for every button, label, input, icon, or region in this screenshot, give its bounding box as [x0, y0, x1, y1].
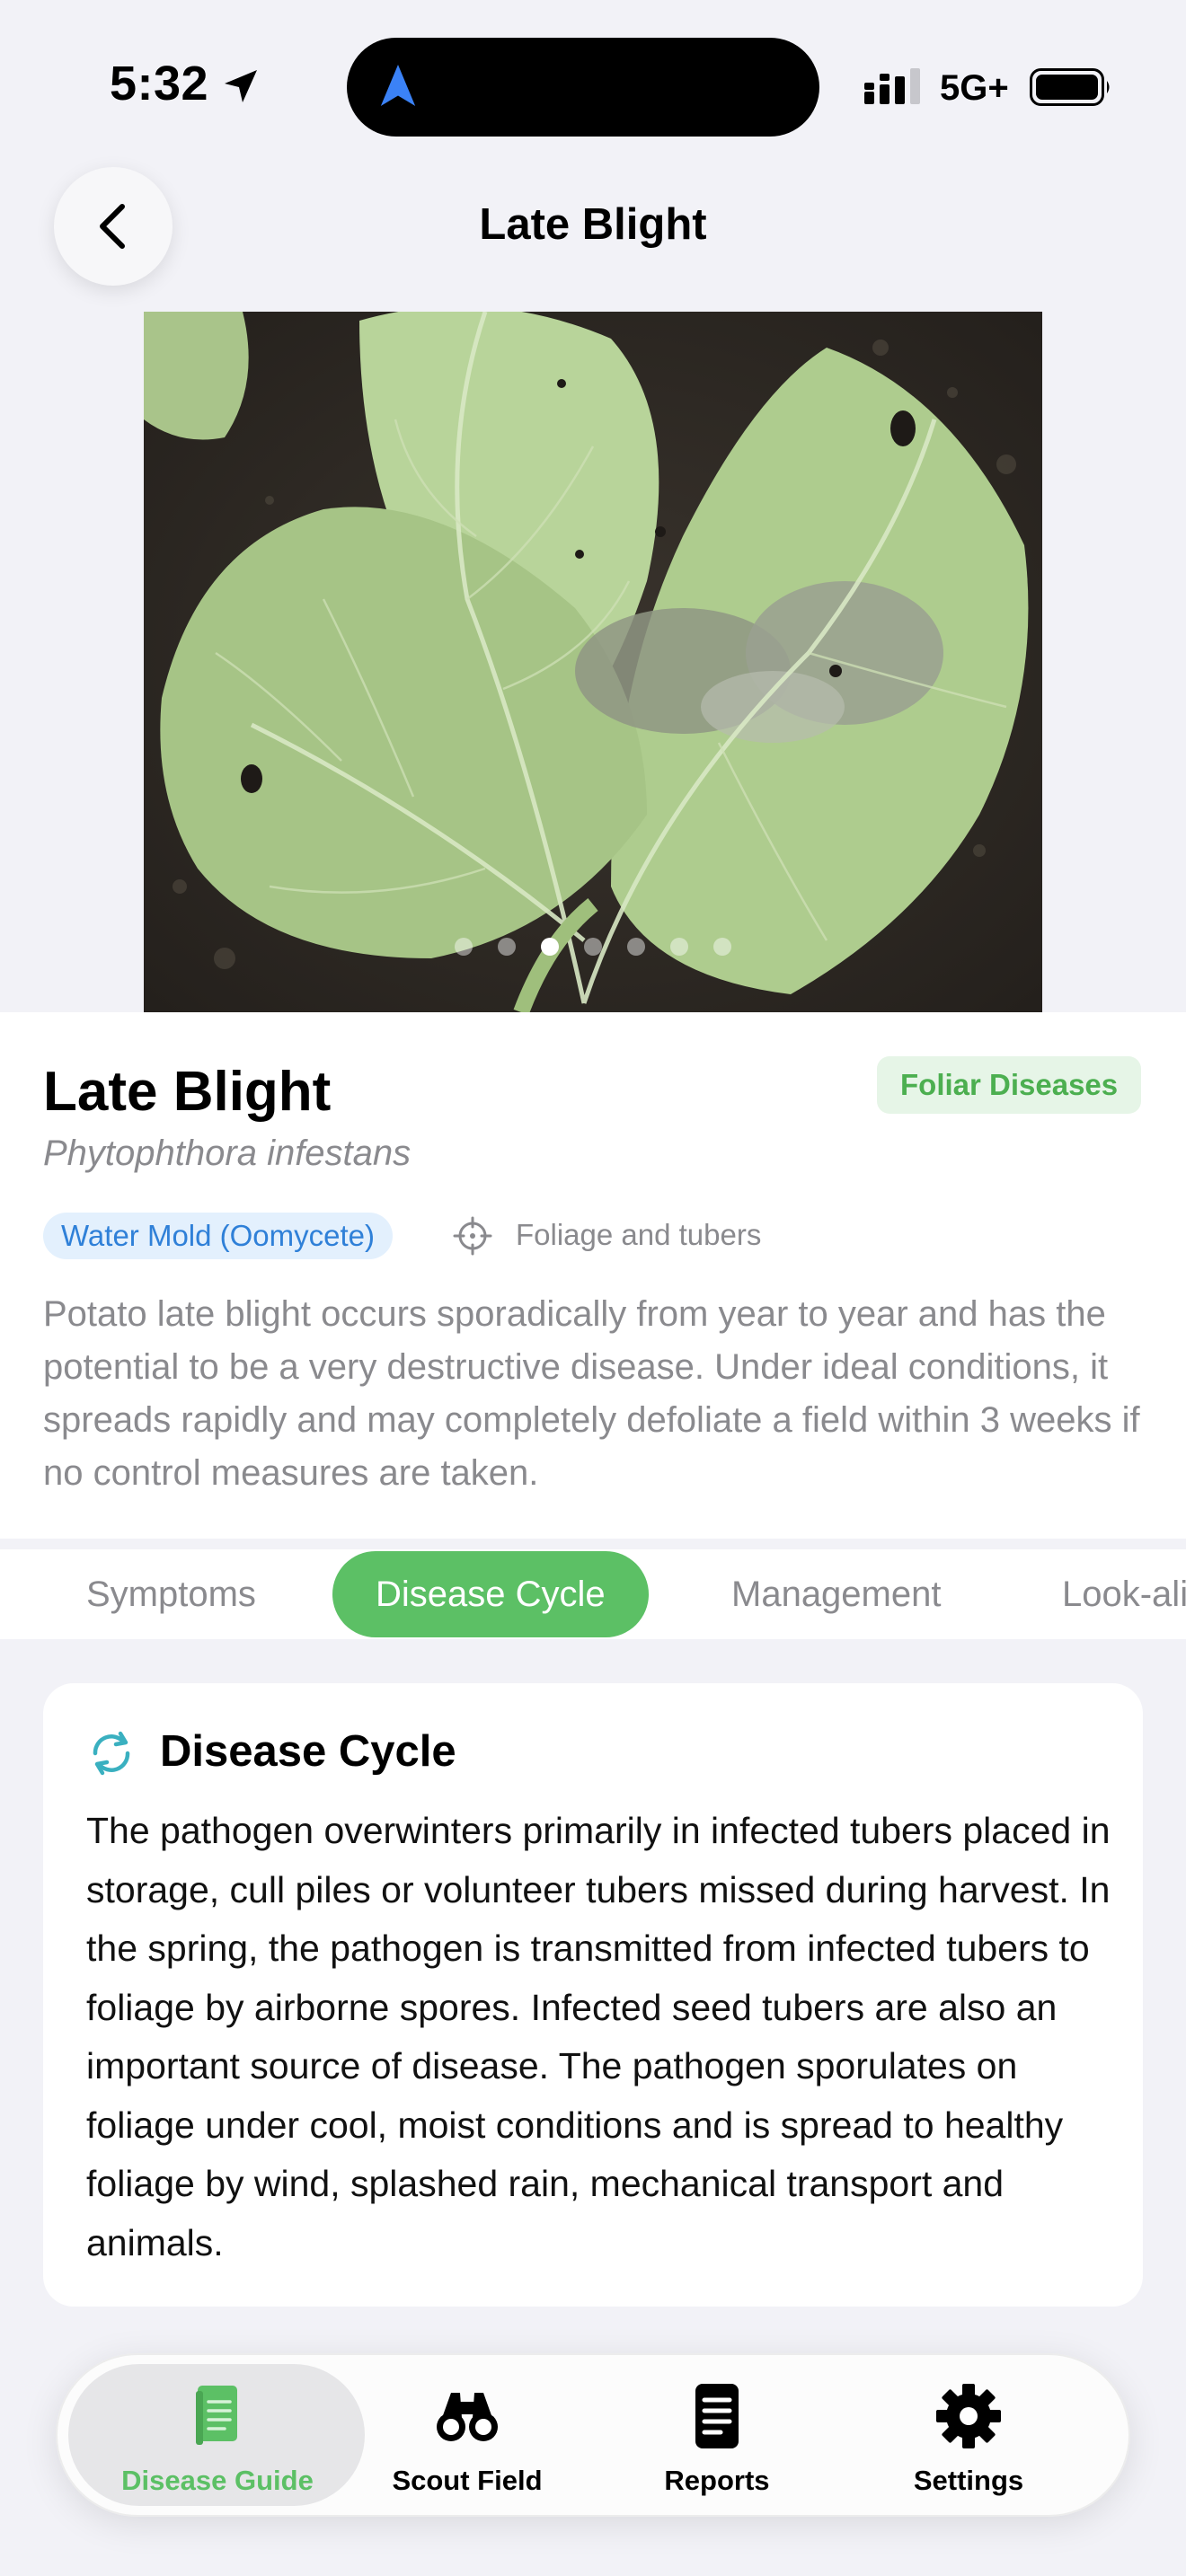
- status-time: 5:32: [110, 57, 209, 110]
- tab-look-alikes[interactable]: Look-alikes: [1062, 1551, 1186, 1637]
- card-body: The pathogen overwinters primarily in in…: [86, 1810, 1111, 2263]
- category-badge: Foliar Diseases: [877, 1056, 1142, 1114]
- carousel-dot[interactable]: [627, 938, 645, 956]
- nav-reports[interactable]: Reports: [591, 2369, 843, 2504]
- section-tabs: Symptoms Disease Cycle Management Look-a…: [0, 1549, 1186, 1639]
- card-title: Disease Cycle: [160, 1727, 456, 1776]
- nav-scout-field[interactable]: Scout Field: [341, 2369, 593, 2504]
- affected-parts: Foliage and tubers: [516, 1218, 762, 1251]
- pathogen-type-badge: Water Mold (Oomycete): [43, 1213, 394, 1259]
- carousel-dot-active[interactable]: [541, 938, 559, 956]
- carousel-dot[interactable]: [713, 938, 731, 956]
- carousel-dots: [0, 938, 1186, 956]
- disease-summary: Potato late blight occurs sporadically f…: [43, 1294, 1140, 1493]
- nav-settings[interactable]: Settings: [843, 2369, 1094, 2504]
- nav-label: Disease Guide: [121, 2465, 314, 2496]
- cycle-arrows-icon: [93, 1731, 130, 1776]
- network-type: 5G+: [940, 68, 1009, 108]
- navigation-icon: [380, 65, 416, 106]
- location-arrow-icon: [225, 70, 257, 102]
- crosshair-icon: [453, 1216, 492, 1256]
- carousel-dot[interactable]: [670, 938, 688, 956]
- disease-name: Late Blight: [43, 1061, 332, 1123]
- carousel-dot[interactable]: [498, 938, 516, 956]
- nav-label: Scout Field: [392, 2465, 543, 2496]
- nav-disease-guide[interactable]: Disease Guide: [92, 2369, 343, 2504]
- binoculars-icon: [437, 2393, 498, 2441]
- document-icon: [695, 2384, 739, 2448]
- carousel-dot[interactable]: [455, 938, 473, 956]
- gear-icon: [936, 2384, 1001, 2448]
- potato-leaf-photo: [144, 312, 1042, 1012]
- scientific-name: Phytophthora infestans: [43, 1134, 412, 1173]
- nav-label: Settings: [913, 2465, 1024, 2496]
- tab-symptoms[interactable]: Symptoms: [86, 1551, 256, 1637]
- book-icon: [196, 2386, 237, 2445]
- carousel-dot[interactable]: [584, 938, 602, 956]
- page-title: Late Blight: [479, 200, 707, 249]
- tab-management[interactable]: Management: [731, 1551, 941, 1637]
- tab-disease-cycle[interactable]: Disease Cycle: [332, 1551, 649, 1637]
- disease-photo[interactable]: [144, 312, 1042, 1012]
- battery-icon: [1030, 68, 1110, 106]
- signal-icon: [864, 68, 920, 104]
- nav-label: Reports: [664, 2465, 770, 2496]
